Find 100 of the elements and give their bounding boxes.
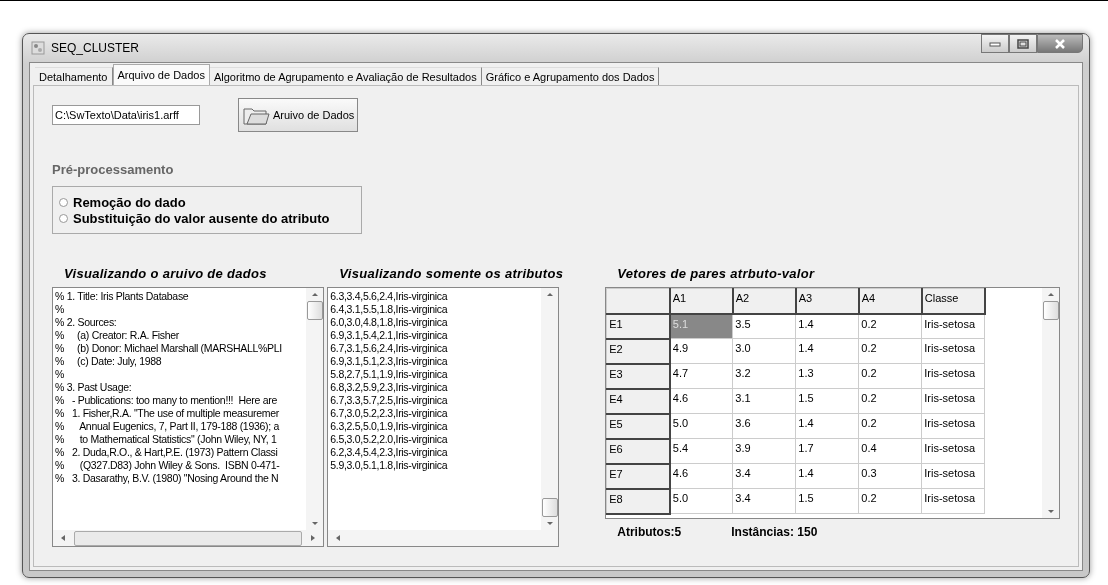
row-header[interactable]: E8 <box>606 488 670 514</box>
column-header[interactable]: A1 <box>669 288 733 314</box>
scroll-thumb[interactable] <box>74 530 303 546</box>
table-cell[interactable]: 4.9 <box>669 338 733 364</box>
table-cell[interactable]: 4.6 <box>669 463 733 489</box>
table-cell[interactable]: 3.9 <box>732 438 796 464</box>
text-line: % <box>55 303 66 316</box>
table-cell[interactable]: 1.5 <box>795 388 859 414</box>
vertical-scrollbar[interactable] <box>1042 288 1059 518</box>
vertical-scrollbar[interactable] <box>306 288 324 530</box>
scroll-down-icon[interactable] <box>546 522 553 525</box>
table-cell[interactable]: Iris-setosa <box>921 338 985 364</box>
text-line: 6.9,3.1,5.1,2.3,Iris-virginica <box>330 355 449 368</box>
text-line: 6.7,3.1,5.6,2.4,Iris-virginica <box>330 342 449 355</box>
table-cell[interactable]: 0.2 <box>858 488 922 514</box>
table-cell[interactable]: 5.0 <box>669 413 733 439</box>
text-line: % (a) Creator: R.A. Fisher <box>55 329 181 342</box>
table-cell[interactable]: 1.7 <box>795 438 859 464</box>
table-cell[interactable]: Iris-setosa <box>921 463 985 489</box>
scroll-up-icon[interactable] <box>1047 293 1054 296</box>
horizontal-scrollbar[interactable] <box>53 530 324 546</box>
text-line: 6.5,3.0,5.2,2.0,Iris-virginica <box>330 433 449 446</box>
close-button[interactable] <box>1037 34 1083 53</box>
file-path-field[interactable]: C:\SwTexto\Data\iris1.arff <box>52 105 200 125</box>
table-cell[interactable]: 0.3 <box>858 463 922 489</box>
table-cell[interactable]: 3.6 <box>732 413 796 439</box>
radio-option[interactable]: Substituição do valor ausente do atributo <box>59 211 330 226</box>
table-cell[interactable]: 1.5 <box>795 488 859 514</box>
minimize-button[interactable] <box>981 34 1009 53</box>
row-header[interactable]: E4 <box>606 388 670 414</box>
maximize-button[interactable] <box>1009 34 1037 53</box>
table-cell[interactable]: 3.4 <box>732 463 796 489</box>
table-cell[interactable]: 1.4 <box>795 338 859 364</box>
row-header[interactable]: E1 <box>606 313 670 339</box>
table-cell[interactable]: 3.2 <box>732 363 796 389</box>
vertical-scrollbar[interactable] <box>541 288 559 530</box>
text-line: % 3. Past Usage: <box>55 381 133 394</box>
table-cell[interactable]: 3.5 <box>732 313 796 339</box>
scroll-thumb[interactable] <box>306 301 323 320</box>
table-cell[interactable]: Iris-setosa <box>921 438 985 464</box>
table-cell[interactable]: 1.4 <box>795 463 859 489</box>
row-header[interactable]: E5 <box>606 413 670 439</box>
text-line: 6.7,3.3,5.7,2.5,Iris-virginica <box>330 394 449 407</box>
table-cell[interactable]: 4.6 <box>669 388 733 414</box>
table-cell[interactable]: 1.4 <box>795 313 859 339</box>
table-cell[interactable]: Iris-setosa <box>921 313 985 339</box>
radio-button[interactable] <box>59 214 68 223</box>
table-cell[interactable]: 1.4 <box>795 413 859 439</box>
row-header[interactable]: E2 <box>606 338 670 364</box>
table-cell[interactable]: Iris-setosa <box>921 388 985 414</box>
table-cell[interactable]: 3.1 <box>732 388 796 414</box>
close-icon <box>1053 38 1067 49</box>
table-cell[interactable]: 4.7 <box>669 363 733 389</box>
table-cell[interactable]: 3.4 <box>732 488 796 514</box>
tab[interactable]: Gráfico e Agrupamento dos Dados <box>481 67 660 85</box>
table-cell[interactable]: 5.4 <box>669 438 733 464</box>
text-line: % - Publications: too many to mention!!! Here are <box>55 394 278 407</box>
text-line: % 2. Sources: <box>55 316 118 329</box>
column-header[interactable]: A4 <box>858 288 922 314</box>
table-cell[interactable]: 0.4 <box>858 438 922 464</box>
column-header[interactable]: Classe <box>921 288 985 314</box>
open-file-button[interactable]: Aruivo de Dados <box>238 98 359 132</box>
table-cell[interactable]: 0.2 <box>858 363 922 389</box>
table-cell[interactable]: 1.3 <box>795 363 859 389</box>
tab[interactable]: Arquivo de Dados <box>112 64 210 85</box>
column-header[interactable]: A3 <box>795 288 859 314</box>
attributes-count: Atributos:5 <box>617 525 682 539</box>
text-line: % Annual Eugenics, 7, Part II, 179-188 (1936); a <box>55 420 281 433</box>
scroll-thumb[interactable] <box>1042 301 1059 320</box>
scroll-down-icon[interactable] <box>1047 510 1054 513</box>
scroll-thumb[interactable] <box>541 498 558 517</box>
tab[interactable]: Detalhamento <box>35 67 113 85</box>
table-cell[interactable]: 3.0 <box>732 338 796 364</box>
table-cell[interactable]: 0.2 <box>858 338 922 364</box>
table-cell[interactable]: Iris-setosa <box>921 413 985 439</box>
text-line: % 3. Dasarathy, B.V. (1980) "Nosing Around the N <box>55 472 280 485</box>
table-cell[interactable]: 0.2 <box>858 413 922 439</box>
scroll-up-icon[interactable] <box>311 293 318 296</box>
table-cell[interactable]: 0.2 <box>858 313 922 339</box>
column-header[interactable]: A2 <box>732 288 796 314</box>
text-line: 5.8,2.7,5.1,1.9,Iris-virginica <box>330 368 449 381</box>
row-header[interactable]: E7 <box>606 463 670 489</box>
table-cell[interactable]: Iris-setosa <box>921 363 985 389</box>
radio-button[interactable] <box>59 198 68 207</box>
text-line: 6.0,3.0,4.8,1.8,Iris-virginica <box>330 316 449 329</box>
scroll-up-icon[interactable] <box>546 293 553 296</box>
horizontal-scrollbar[interactable] <box>328 530 559 546</box>
row-header[interactable]: E3 <box>606 363 670 389</box>
table-cell[interactable]: 0.2 <box>858 388 922 414</box>
table-cell[interactable]: 5.0 <box>669 488 733 514</box>
table-cell[interactable]: Iris-setosa <box>921 488 985 514</box>
row-header[interactable]: E6 <box>606 438 670 464</box>
scroll-down-icon[interactable] <box>311 522 318 525</box>
scroll-left-icon[interactable] <box>336 535 341 541</box>
text-line: % <box>55 368 66 381</box>
tab[interactable]: Algoritmo de Agrupamento e Avaliação de Resultados <box>209 67 482 85</box>
scroll-left-icon[interactable] <box>61 535 65 541</box>
radio-option[interactable]: Remoção do dado <box>59 195 186 210</box>
scroll-right-icon[interactable] <box>311 535 316 541</box>
text-line: % (Q327.D83) John Wiley & Sons. ISBN 0-471- <box>55 459 281 472</box>
